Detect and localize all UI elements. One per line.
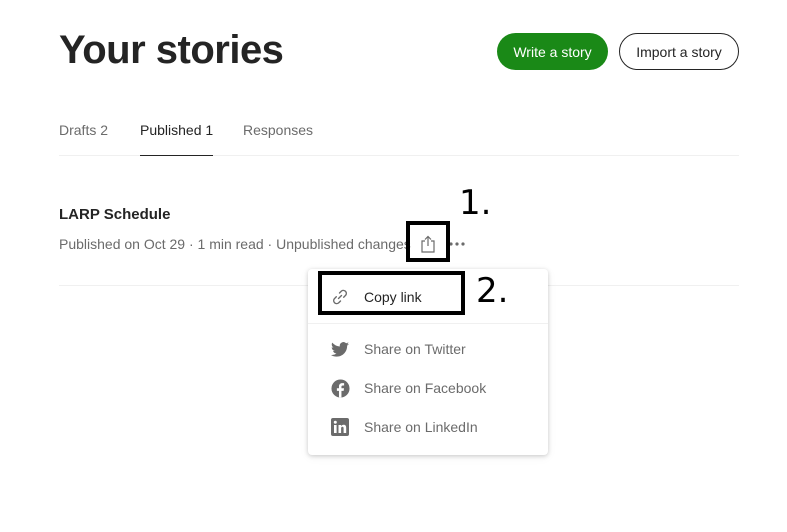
import-story-button[interactable]: Import a story: [619, 33, 739, 70]
tab-responses[interactable]: Responses: [243, 122, 313, 156]
tab-drafts[interactable]: Drafts 2: [59, 122, 108, 156]
twitter-icon: [330, 339, 350, 359]
facebook-icon: [330, 378, 350, 398]
linkedin-icon: [330, 417, 350, 437]
step1-label: 1.: [459, 183, 492, 223]
tab-published[interactable]: Published 1: [140, 122, 214, 156]
story-meta: Published on Oct 29 · 1 min read · Unpub…: [59, 236, 411, 252]
share-linkedin-label: Share on LinkedIn: [364, 419, 478, 435]
more-options-icon[interactable]: [448, 236, 466, 252]
menu-item-share-linkedin[interactable]: Share on LinkedIn: [308, 412, 548, 442]
story-title[interactable]: LARP Schedule: [59, 206, 170, 223]
share-facebook-label: Share on Facebook: [364, 380, 487, 396]
share-twitter-label: Share on Twitter: [364, 341, 466, 357]
step2-label: 2.: [476, 271, 509, 311]
write-story-button[interactable]: Write a story: [497, 33, 608, 70]
menu-item-share-facebook[interactable]: Share on Facebook: [308, 373, 548, 403]
menu-item-share-twitter[interactable]: Share on Twitter: [308, 334, 548, 364]
step1-highlight-box: [406, 221, 450, 262]
page-title: Your stories: [59, 28, 284, 72]
story-tabs: Drafts 2 Published 1 Responses: [59, 122, 739, 156]
menu-divider: [308, 323, 548, 324]
step2-highlight-box: [318, 271, 465, 315]
